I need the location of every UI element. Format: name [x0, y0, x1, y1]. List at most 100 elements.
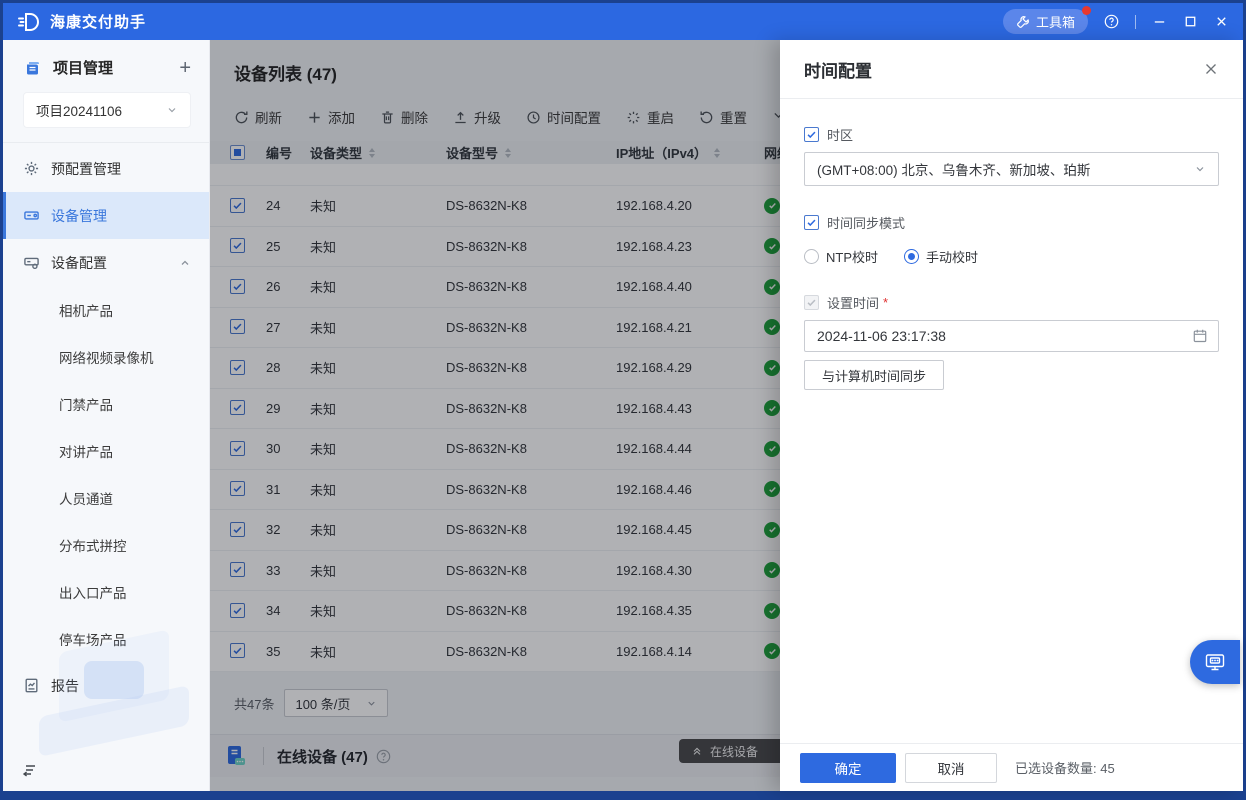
row-checkbox[interactable] — [230, 198, 245, 213]
calendar-icon[interactable] — [1192, 328, 1208, 344]
sidebar-subitem[interactable]: 相机产品 — [3, 286, 209, 333]
app-title: 海康交付助手 — [50, 11, 146, 32]
col-header-num[interactable]: 编号 — [266, 143, 310, 162]
check-icon — [232, 200, 243, 211]
table-row[interactable]: 33 未知 DS-8632N-K8 192.168.4.30 — [210, 551, 780, 592]
row-checkbox[interactable] — [230, 522, 245, 537]
table-row[interactable]: 24 未知 DS-8632N-K8 192.168.4.20 — [210, 186, 780, 227]
titlebar-divider — [1135, 15, 1136, 29]
title-bar: 海康交付助手 工具箱 — [3, 3, 1243, 40]
sidebar-subitem[interactable]: 人员通道 — [3, 474, 209, 521]
timezone-label: 时区 — [827, 125, 853, 144]
floating-monitor-button[interactable] — [1190, 640, 1240, 684]
row-number: 26 — [266, 279, 310, 294]
col-header-ip[interactable]: IP地址（IPv4） — [616, 143, 764, 162]
page-size-select[interactable]: 100 条/页 — [284, 689, 388, 717]
sidebar-collapse-button[interactable] — [21, 761, 39, 779]
col-header-type[interactable]: 设备类型 — [310, 143, 446, 162]
add-button[interactable]: 添加 — [307, 107, 355, 127]
timezone-select[interactable]: (GMT+08:00) 北京、乌鲁木齐、新加坡、珀斯 — [804, 152, 1219, 186]
row-checkbox[interactable] — [230, 400, 245, 415]
minimize-button[interactable] — [1152, 14, 1167, 29]
select-all-checkbox[interactable] — [230, 145, 245, 160]
table-row[interactable]: 35 未知 DS-8632N-K8 192.168.4.14 — [210, 632, 780, 673]
cancel-button[interactable]: 取消 — [905, 753, 997, 783]
sync-with-computer-button[interactable]: 与计算机时间同步 — [804, 360, 944, 390]
table-row[interactable]: 30 未知 DS-8632N-K8 192.168.4.44 — [210, 429, 780, 470]
row-checkbox[interactable] — [230, 481, 245, 496]
online-devices-expand-tab[interactable]: 在线设备 — [679, 739, 780, 763]
table-row[interactable]: 28 未知 DS-8632N-K8 192.168.4.29 — [210, 348, 780, 389]
device-model: DS-8632N-K8 — [446, 482, 616, 497]
online-devices-help-icon[interactable] — [376, 749, 391, 764]
sidebar-item-device-management[interactable]: 设备管理 — [3, 192, 209, 239]
check-icon — [232, 362, 243, 373]
device-model: DS-8632N-K8 — [446, 279, 616, 294]
project-select[interactable]: 项目20241106 — [23, 92, 191, 128]
sidebar-item-device-config[interactable]: 设备配置 — [3, 239, 209, 286]
table-row[interactable]: 25 未知 DS-8632N-K8 192.168.4.23 — [210, 227, 780, 268]
timezone-checkbox[interactable] — [804, 127, 819, 142]
sort-icon[interactable] — [505, 148, 511, 158]
sidebar-subitem[interactable]: 门禁产品 — [3, 380, 209, 427]
row-checkbox[interactable] — [230, 279, 245, 294]
online-status-icon — [764, 522, 780, 538]
sidebar-subitem[interactable]: 网络视频录像机 — [3, 333, 209, 380]
device-ip: 192.168.4.30 — [616, 563, 764, 578]
col-header-net[interactable]: 网络 — [764, 143, 780, 162]
timezone-field-label: 时区 — [804, 125, 1219, 144]
row-checkbox[interactable] — [230, 603, 245, 618]
restart-button[interactable]: 重启 — [626, 107, 674, 127]
device-type: 未知 — [310, 358, 446, 377]
sidebar-item-report[interactable]: 报告 — [3, 662, 209, 709]
row-checkbox[interactable] — [230, 441, 245, 456]
time-config-button[interactable]: 时间配置 — [526, 107, 601, 127]
ntp-radio[interactable]: NTP校时 — [804, 247, 878, 266]
row-number: 30 — [266, 441, 310, 456]
app-window: 海康交付助手 工具箱 — [0, 0, 1246, 800]
row-checkbox[interactable] — [230, 562, 245, 577]
sync-mode-checkbox[interactable] — [804, 215, 819, 230]
sidebar-item-label: 报告 — [51, 676, 79, 696]
col-header-model[interactable]: 设备型号 — [446, 143, 616, 162]
table-row[interactable]: 32 未知 DS-8632N-K8 192.168.4.45 — [210, 510, 780, 551]
set-time-input[interactable] — [804, 320, 1219, 352]
sidebar-subitem[interactable]: 分布式拼控 — [3, 521, 209, 568]
row-checkbox[interactable] — [230, 319, 245, 334]
toolbar-more-button[interactable] — [772, 109, 780, 125]
delete-button[interactable]: 删除 — [380, 107, 428, 127]
sort-icon[interactable] — [369, 148, 375, 158]
sidebar-item-preconfig[interactable]: 预配置管理 — [3, 145, 209, 192]
sort-icon[interactable] — [714, 148, 720, 158]
refresh-button[interactable]: 刷新 — [234, 107, 282, 127]
table-row[interactable]: 26 未知 DS-8632N-K8 192.168.4.40 — [210, 267, 780, 308]
table-row[interactable]: 27 未知 DS-8632N-K8 192.168.4.21 — [210, 308, 780, 349]
table-row[interactable]: 29 未知 DS-8632N-K8 192.168.4.43 — [210, 389, 780, 430]
device-type: 未知 — [310, 277, 446, 296]
table-row[interactable]: 34 未知 DS-8632N-K8 192.168.4.35 — [210, 591, 780, 632]
trash-icon — [380, 110, 395, 125]
help-button[interactable] — [1104, 14, 1119, 29]
reset-button[interactable]: 重置 — [699, 107, 747, 127]
online-devices-bar[interactable]: 在线设备 (47) 在线设备 — [210, 734, 780, 777]
row-checkbox[interactable] — [230, 238, 245, 253]
manual-radio[interactable]: 手动校时 — [904, 247, 978, 266]
chevron-down-icon — [366, 698, 377, 709]
sidebar-subitem[interactable]: 停车场产品 — [3, 615, 209, 662]
check-icon — [232, 524, 243, 535]
sidebar-subitem[interactable]: 对讲产品 — [3, 427, 209, 474]
add-project-button[interactable]: + — [179, 58, 191, 78]
device-model: DS-8632N-K8 — [446, 441, 616, 456]
table-row[interactable]: 31 未知 DS-8632N-K8 192.168.4.46 — [210, 470, 780, 511]
panel-close-button[interactable] — [1203, 61, 1219, 77]
close-window-button[interactable] — [1214, 14, 1229, 29]
confirm-button[interactable]: 确定 — [800, 753, 896, 783]
online-tab-label: 在线设备 — [710, 743, 758, 760]
row-checkbox[interactable] — [230, 360, 245, 375]
toolbox-button[interactable]: 工具箱 — [1003, 9, 1088, 34]
maximize-button[interactable] — [1183, 14, 1198, 29]
sidebar-subitem[interactable]: 出入口产品 — [3, 568, 209, 615]
upgrade-button[interactable]: 升级 — [453, 107, 501, 127]
check-icon — [232, 605, 243, 616]
row-checkbox[interactable] — [230, 643, 245, 658]
